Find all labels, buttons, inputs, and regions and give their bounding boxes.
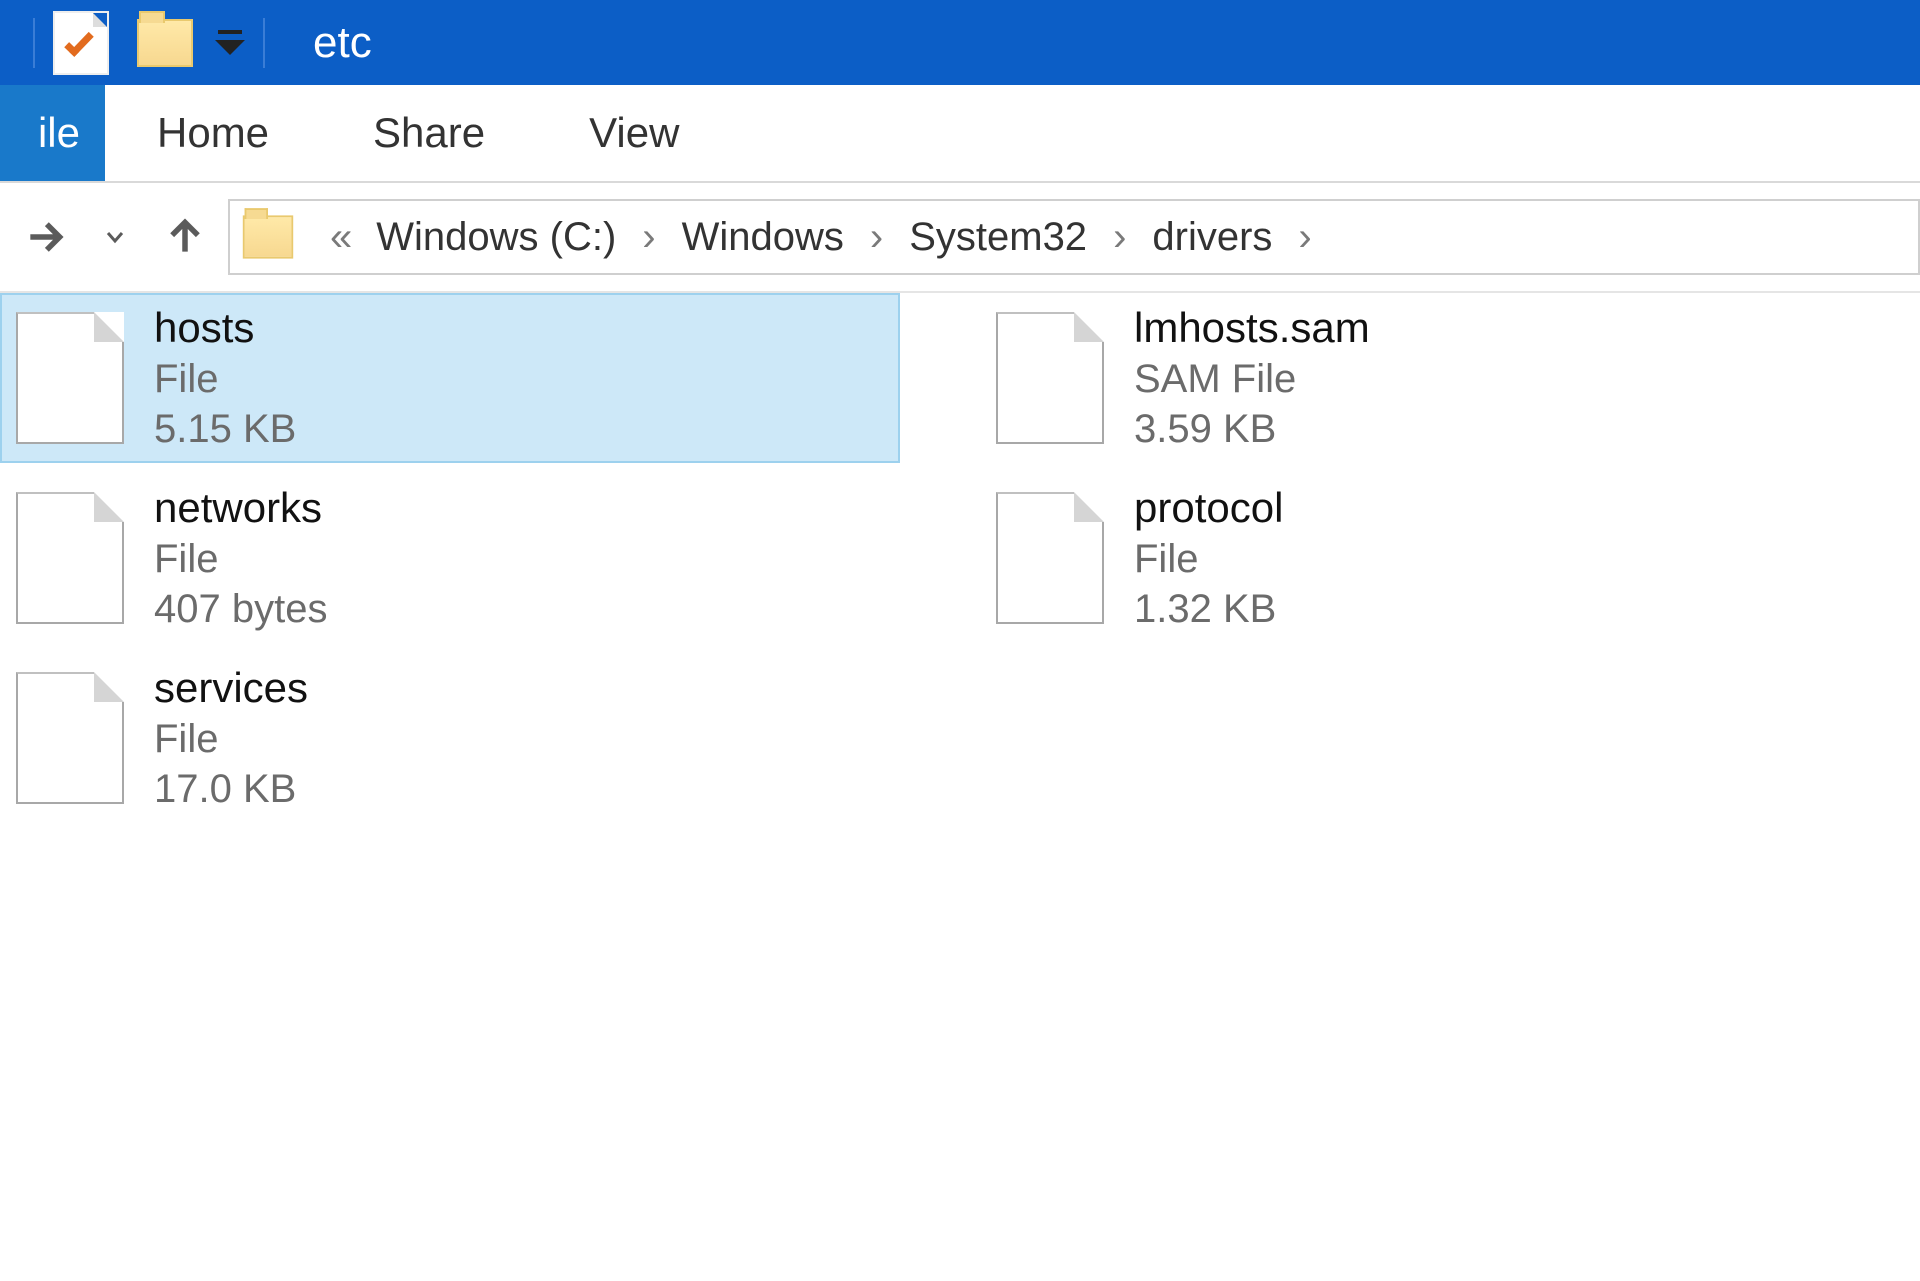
chevron-right-icon: › (1298, 215, 1311, 260)
quick-access-customize-icon[interactable] (215, 30, 245, 56)
file-name: lmhosts.sam (1134, 302, 1370, 355)
tab-label: ile (38, 109, 80, 157)
file-type: File (154, 534, 327, 584)
tab-label: Share (373, 109, 485, 157)
file-meta: lmhosts.sam SAM File 3.59 KB (1134, 302, 1370, 455)
file-meta: networks File 407 bytes (154, 482, 327, 635)
titlebar-separator (263, 18, 265, 68)
tab-label: Home (157, 109, 269, 157)
tab-view[interactable]: View (537, 85, 731, 181)
file-name: services (154, 662, 308, 715)
window-title: etc (313, 18, 372, 68)
chevron-down-icon (103, 225, 127, 249)
file-size: 5.15 KB (154, 404, 296, 454)
file-item-services[interactable]: services File 17.0 KB (0, 653, 900, 823)
file-icon (16, 312, 124, 444)
file-item-protocol[interactable]: protocol File 1.32 KB (980, 473, 1880, 643)
file-size: 1.32 KB (1134, 584, 1283, 634)
quick-access-folder-icon[interactable] (137, 19, 193, 67)
file-meta: protocol File 1.32 KB (1134, 482, 1283, 635)
address-bar[interactable]: « Windows (C:) › Windows › System32 › dr… (228, 199, 1920, 275)
breadcrumb-segment[interactable]: Windows (674, 215, 852, 260)
title-bar: etc (0, 0, 1920, 85)
chevron-right-icon: › (642, 215, 655, 260)
file-type: File (154, 714, 308, 764)
file-size: 17.0 KB (154, 764, 308, 814)
file-icon (996, 312, 1104, 444)
breadcrumb-segment[interactable]: System32 (901, 215, 1095, 260)
file-icon (996, 492, 1104, 624)
file-list: hosts File 5.15 KB networks File 407 byt… (0, 293, 1920, 823)
tab-label: View (589, 109, 679, 157)
nav-history-dropdown[interactable] (80, 202, 150, 272)
breadcrumb-segment[interactable]: Windows (C:) (368, 215, 624, 260)
file-item-lmhosts[interactable]: lmhosts.sam SAM File 3.59 KB (980, 293, 1880, 463)
file-meta: hosts File 5.15 KB (154, 302, 296, 455)
chevron-right-icon: › (870, 215, 883, 260)
file-type: File (1134, 534, 1283, 584)
file-meta: services File 17.0 KB (154, 662, 308, 815)
file-size: 407 bytes (154, 584, 327, 634)
arrow-right-icon (23, 215, 67, 259)
folder-icon (243, 215, 293, 258)
file-type: File (154, 354, 296, 404)
breadcrumb-segment[interactable]: drivers (1144, 215, 1280, 260)
titlebar-separator (33, 18, 35, 68)
nav-forward-button[interactable] (10, 202, 80, 272)
file-item-networks[interactable]: networks File 407 bytes (0, 473, 900, 643)
file-icon (16, 672, 124, 804)
quick-access-doc-icon[interactable] (53, 11, 109, 75)
file-name: protocol (1134, 482, 1283, 535)
file-icon (16, 492, 124, 624)
nav-bar: « Windows (C:) › Windows › System32 › dr… (0, 183, 1920, 293)
tab-file[interactable]: ile (0, 85, 105, 181)
arrow-up-icon (163, 215, 207, 259)
ribbon-tabs: ile Home Share View (0, 85, 1920, 183)
file-item-hosts[interactable]: hosts File 5.15 KB (0, 293, 900, 463)
chevron-right-icon: › (1113, 215, 1126, 260)
file-type: SAM File (1134, 354, 1370, 404)
file-name: hosts (154, 302, 296, 355)
tab-home[interactable]: Home (105, 85, 321, 181)
breadcrumb-overflow-icon: « (330, 215, 352, 260)
nav-up-button[interactable] (150, 202, 220, 272)
file-size: 3.59 KB (1134, 404, 1370, 454)
file-name: networks (154, 482, 327, 535)
tab-share[interactable]: Share (321, 85, 537, 181)
